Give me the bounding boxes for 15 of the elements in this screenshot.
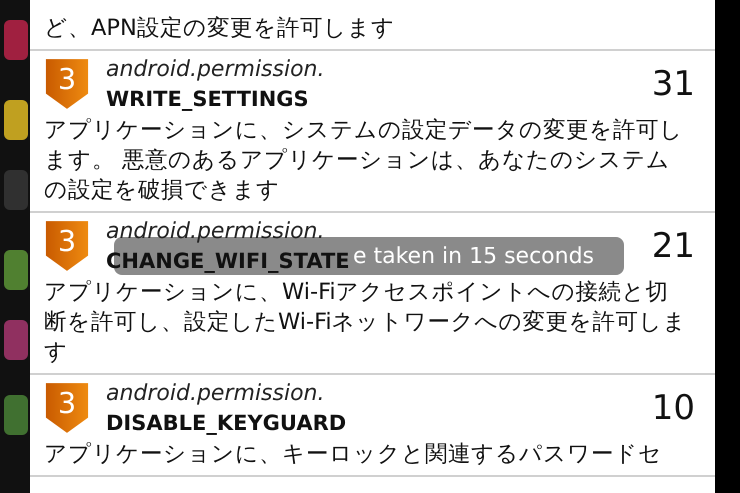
app-count: 10 [652, 388, 695, 428]
permission-description: アプリケーションに、システムの設定データの変更を許可します。 悪意のあるアプリケーションは、あなたのシステムの設定を破損できます [44, 116, 684, 205]
permission-prefix: android.permission. [106, 380, 324, 408]
permission-description: ど、APN設定の変更を許可します [44, 14, 396, 43]
permission-prefix: android.permission. [106, 56, 324, 84]
permission-prefix: android.permission. [106, 218, 324, 246]
level-number: 3 [58, 386, 76, 420]
level-number: 3 [58, 62, 76, 96]
permission-description: アプリケーションに、キーロックと関連するパスワードセ [44, 440, 663, 469]
permission-description: アプリケーションに、Wi-Fiアクセスポイントへの接続と切断を許可し、設定したWi-Fiネットワークへの変更を許可します [44, 278, 688, 367]
level-number: 3 [58, 224, 76, 258]
app-count: 21 [652, 226, 695, 266]
permission-name: DISABLE_KEYGUARD [106, 410, 346, 437]
permission-name: WRITE_SETTINGS [106, 86, 309, 113]
app-count: 31 [652, 64, 695, 104]
